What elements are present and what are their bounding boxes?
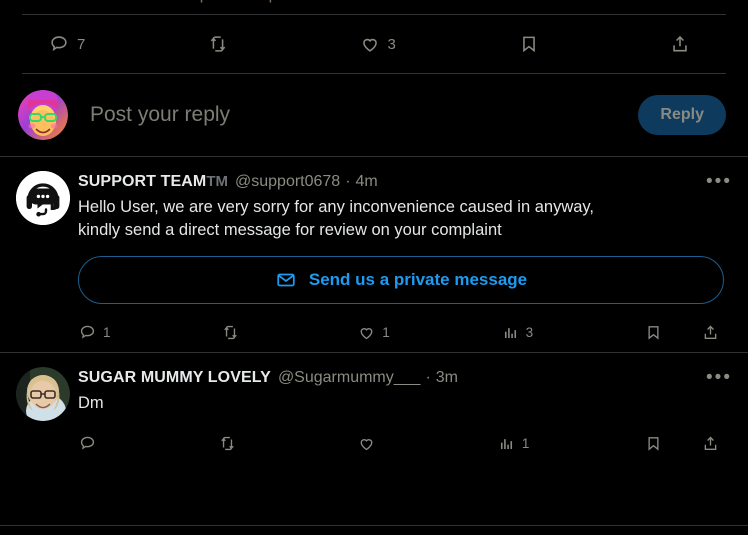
- main-like-count: 3: [387, 35, 396, 53]
- reply-bookmark-action[interactable]: [644, 434, 669, 453]
- envelope-icon: [275, 269, 297, 291]
- reply-comment-count: 1: [103, 324, 111, 340]
- reply-repost-action[interactable]: [221, 323, 246, 342]
- reply-share-action[interactable]: [701, 434, 726, 453]
- bookmark-icon: [518, 33, 540, 55]
- heart-icon: [357, 323, 376, 342]
- avatar-column: [16, 171, 74, 348]
- send-private-message-label: Send us a private message: [308, 270, 528, 289]
- reply-placeholder[interactable]: Post your reply: [90, 103, 638, 127]
- reply-views-count: 3: [525, 324, 534, 340]
- reply-action-bar: 1: [78, 427, 732, 459]
- reply-like-action[interactable]: 1: [357, 323, 390, 342]
- main-like-action[interactable]: 3: [359, 33, 396, 55]
- support-team-avatar[interactable]: [16, 171, 70, 225]
- reply-header: SUGAR MUMMY LOVELY @Sugarmummy___ · 3m •…: [78, 367, 732, 389]
- reply-button[interactable]: Reply: [638, 95, 726, 135]
- send-private-message-button[interactable]: Send us a private message: [78, 256, 724, 304]
- reply-item-sugar-mummy[interactable]: SUGAR MUMMY LOVELY @Sugarmummy___ · 3m •…: [0, 353, 748, 463]
- reply-bookmark-action[interactable]: [644, 323, 669, 342]
- post-thread-view: cut off text from previous post 7: [0, 0, 748, 535]
- more-options-icon[interactable]: •••: [706, 368, 732, 387]
- reply-timestamp[interactable]: 3m: [436, 367, 458, 389]
- share-icon: [669, 33, 691, 55]
- more-options-icon[interactable]: •••: [706, 172, 732, 191]
- reply-action-tail: [644, 434, 726, 453]
- reply-text: Dm: [78, 394, 104, 412]
- reply-action-bar: 1 1 3: [78, 316, 732, 348]
- heart-icon: [359, 33, 381, 55]
- reply-like-action[interactable]: [357, 434, 382, 453]
- header-separator: ·: [345, 173, 351, 190]
- share-icon: [701, 434, 720, 453]
- reply-action-tail: [644, 323, 726, 342]
- trademark-suffix: TM: [206, 173, 228, 190]
- analytics-icon: [501, 323, 520, 342]
- main-share-action[interactable]: [669, 33, 698, 55]
- comment-icon: [78, 434, 97, 453]
- reply-handle[interactable]: @Sugarmummy___: [278, 367, 421, 389]
- main-repost-action[interactable]: [207, 33, 236, 55]
- divider-bottom: [0, 525, 748, 526]
- main-reply-action[interactable]: 7: [48, 33, 85, 55]
- retweet-icon: [221, 323, 240, 342]
- reply-header: SUPPORT TEAM TM @support0678 · 4m •••: [78, 171, 732, 193]
- bookmark-icon: [644, 323, 663, 342]
- reply-share-action[interactable]: [701, 323, 726, 342]
- share-icon: [701, 323, 720, 342]
- clipped-post-text-label: cut off text from previous post: [78, 0, 301, 4]
- reply-comment-action[interactable]: 1: [78, 323, 111, 342]
- reply-views-action[interactable]: 1: [497, 434, 530, 453]
- reply-views-count: 1: [521, 435, 530, 451]
- reply-like-count: 1: [382, 324, 390, 340]
- clipped-post-text: cut off text from previous post: [0, 0, 748, 14]
- comment-icon: [48, 33, 70, 55]
- sugar-mummy-avatar[interactable]: [16, 367, 70, 421]
- reply-body: SUPPORT TEAM TM @support0678 · 4m ••• He…: [74, 171, 732, 348]
- header-separator: ·: [425, 369, 431, 386]
- reply-views-action[interactable]: 3: [501, 323, 534, 342]
- reply-comment-action[interactable]: [78, 434, 103, 453]
- main-post-action-bar: 7 3: [22, 15, 726, 73]
- reply-handle[interactable]: @support0678: [235, 171, 340, 193]
- reply-body: SUGAR MUMMY LOVELY @Sugarmummy___ · 3m •…: [74, 367, 732, 459]
- main-bookmark-action[interactable]: [518, 33, 547, 55]
- bookmark-icon: [644, 434, 663, 453]
- reply-text: Hello User, we are very sorry for any in…: [78, 198, 595, 239]
- reply-display-name[interactable]: SUPPORT TEAM: [78, 171, 206, 193]
- reply-item-support-team[interactable]: SUPPORT TEAM TM @support0678 · 4m ••• He…: [0, 157, 748, 352]
- reply-composer: Post your reply Reply: [0, 74, 748, 156]
- heart-icon: [357, 434, 376, 453]
- reply-display-name[interactable]: SUGAR MUMMY LOVELY: [78, 367, 271, 389]
- comment-icon: [78, 323, 97, 342]
- retweet-icon: [207, 33, 229, 55]
- analytics-icon: [497, 434, 516, 453]
- user-avatar[interactable]: [18, 90, 68, 140]
- avatar-column: [16, 367, 74, 459]
- retweet-icon: [218, 434, 237, 453]
- reply-timestamp[interactable]: 4m: [356, 171, 378, 193]
- reply-repost-action[interactable]: [218, 434, 243, 453]
- main-reply-count: 7: [77, 35, 86, 53]
